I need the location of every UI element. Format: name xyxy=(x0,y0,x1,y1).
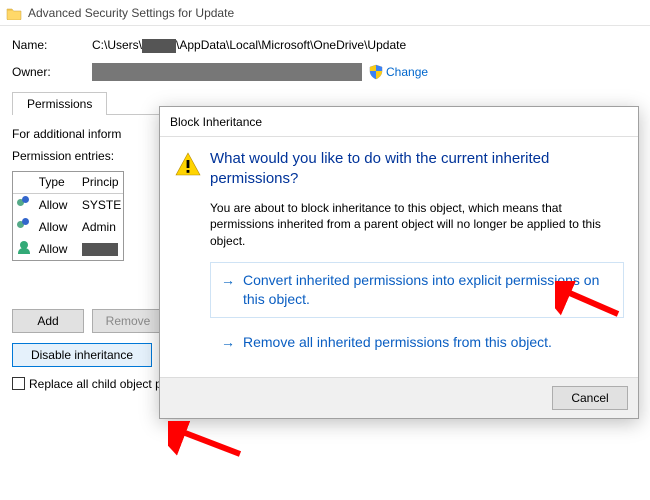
owner-value-redacted xyxy=(92,63,362,81)
dialog-body-text: You are about to block inheritance to th… xyxy=(210,200,624,250)
table-header: Type Princip xyxy=(13,172,123,194)
option-remove[interactable]: → Remove all inherited permissions from … xyxy=(210,324,624,361)
window-titlebar: Advanced Security Settings for Update xyxy=(0,0,650,26)
redacted-username xyxy=(142,39,176,53)
annotation-arrow xyxy=(168,421,248,461)
redacted-principal xyxy=(82,243,118,256)
folder-icon xyxy=(6,6,22,20)
table-row[interactable]: Allow Admin xyxy=(13,216,123,238)
table-row[interactable]: Allow SYSTE xyxy=(13,194,123,216)
add-button[interactable]: Add xyxy=(12,309,84,333)
tab-permissions[interactable]: Permissions xyxy=(12,92,107,115)
owner-change-link[interactable]: Change xyxy=(386,65,428,79)
window-title: Advanced Security Settings for Update xyxy=(28,6,234,20)
disable-inheritance-button[interactable]: Disable inheritance xyxy=(12,343,152,367)
warning-icon xyxy=(174,151,202,179)
arrow-icon: → xyxy=(221,271,235,289)
permission-entries-table[interactable]: Type Princip Allow SYSTE Allow Admin All… xyxy=(12,171,124,261)
shield-icon xyxy=(368,64,384,80)
remove-button: Remove xyxy=(92,309,164,333)
arrow-icon: → xyxy=(221,333,235,351)
dialog-headline: What would you like to do with the curre… xyxy=(210,149,624,190)
users-icon xyxy=(17,196,33,210)
name-row: Name: C:\Users\\AppData\Local\Microsoft\… xyxy=(12,38,638,53)
table-row[interactable]: Allow xyxy=(13,238,123,260)
owner-label: Owner: xyxy=(12,65,92,79)
replace-all-checkbox[interactable] xyxy=(12,377,25,390)
owner-row: Owner: Change xyxy=(12,63,638,81)
cancel-button[interactable]: Cancel xyxy=(552,386,628,410)
block-inheritance-dialog: Block Inheritance What would you like to… xyxy=(159,106,639,419)
option-convert[interactable]: → Convert inherited permissions into exp… xyxy=(210,262,624,318)
dialog-footer: Cancel xyxy=(160,377,638,418)
dialog-title: Block Inheritance xyxy=(160,107,638,137)
col-principal: Princip xyxy=(78,175,123,189)
user-icon xyxy=(17,240,33,254)
col-type: Type xyxy=(35,175,78,189)
users-icon xyxy=(17,218,33,232)
name-label: Name: xyxy=(12,38,92,52)
name-value: C:\Users\\AppData\Local\Microsoft\OneDri… xyxy=(92,38,406,53)
